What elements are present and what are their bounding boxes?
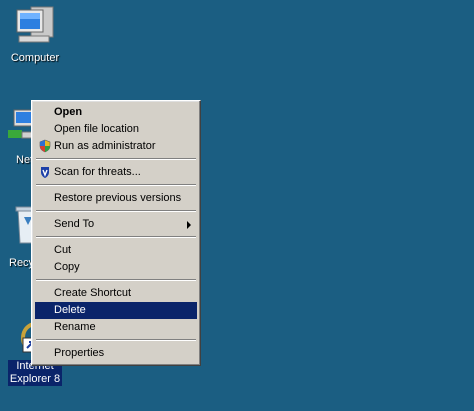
menu-item-properties[interactable]: Properties [35, 345, 197, 362]
submenu-arrow-icon [187, 221, 191, 229]
menu-item-open-file-location[interactable]: Open file location [35, 121, 197, 138]
antivirus-shield-icon [41, 167, 49, 178]
menu-item-label: Rename [54, 321, 96, 333]
menu-item-copy[interactable]: Copy [35, 259, 197, 276]
context-menu: Open Open file location Run as administr… [31, 100, 201, 366]
menu-item-delete[interactable]: Delete [35, 302, 197, 319]
menu-separator [36, 279, 196, 281]
menu-item-send-to[interactable]: Send To [35, 216, 197, 233]
menu-item-label: Properties [54, 347, 105, 359]
menu-item-rename[interactable]: Rename [35, 319, 197, 336]
menu-separator [36, 236, 196, 238]
menu-item-label: Scan for threats... [54, 166, 141, 178]
menu-separator [36, 184, 196, 186]
menu-item-run-as-administrator[interactable]: Run as administrator [35, 138, 197, 155]
menu-item-restore-previous-versions[interactable]: Restore previous versions [35, 190, 197, 207]
menu-item-create-shortcut[interactable]: Create Shortcut [35, 285, 197, 302]
menu-separator [36, 339, 196, 341]
menu-item-cut[interactable]: Cut [35, 242, 197, 259]
menu-item-open[interactable]: Open [35, 104, 197, 121]
desktop-icon-computer[interactable]: Computer [3, 4, 67, 66]
menu-item-label: Create Shortcut [54, 287, 132, 299]
desktop-icon-label: Computer [10, 52, 60, 64]
menu-separator [36, 210, 196, 212]
computer-icon [16, 6, 54, 43]
menu-item-label: Open file location [54, 123, 139, 135]
menu-item-label: Open [54, 106, 83, 118]
uac-shield-icon [39, 139, 51, 153]
menu-item-label: Copy [54, 261, 80, 273]
menu-item-label: Restore previous versions [54, 192, 182, 204]
menu-item-label: Cut [54, 244, 72, 256]
menu-item-label: Delete [54, 304, 86, 316]
menu-separator [36, 158, 196, 160]
menu-item-label: Send To [54, 218, 95, 230]
menu-item-scan-for-threats[interactable]: Scan for threats... [35, 164, 197, 181]
menu-item-label: Run as administrator [54, 140, 156, 152]
